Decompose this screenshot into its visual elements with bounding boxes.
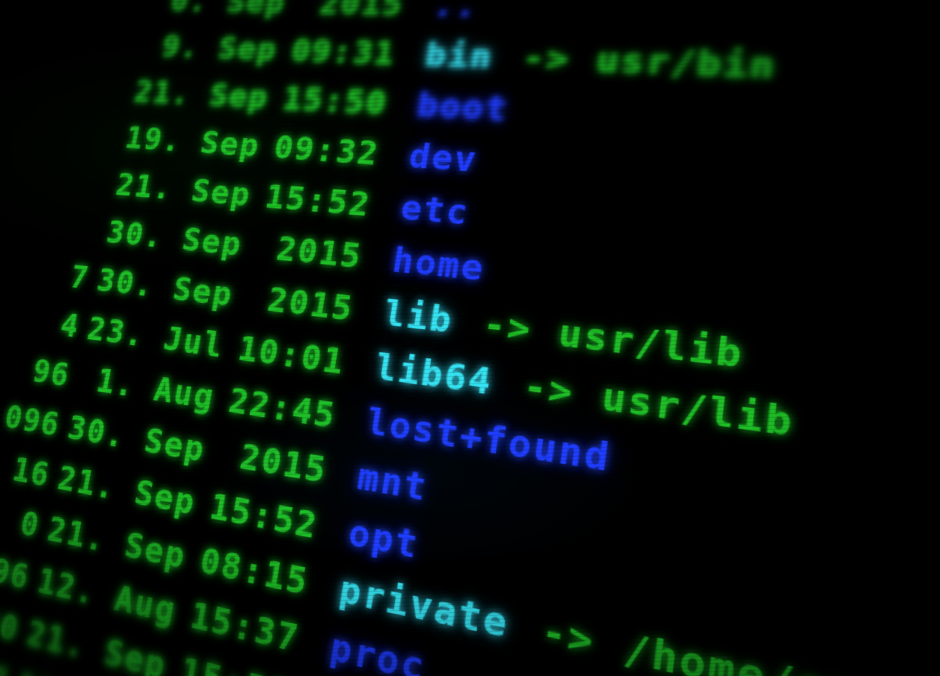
entry-month: Sep: [159, 218, 246, 265]
entry-name: etc: [397, 187, 473, 234]
entry-size: [14, 8, 142, 11]
symlink-target: usr/bin: [593, 40, 779, 88]
entry-time: 09:31: [288, 32, 399, 73]
entry-name: ..: [430, 0, 481, 26]
entry-size: [0, 228, 96, 241]
entry-day: 30.: [103, 213, 167, 257]
entry-day: 0.: [167, 0, 212, 20]
symlink-arrow: ->: [520, 364, 577, 416]
entry-name: home: [389, 239, 488, 290]
perspective-stage: Sep15:53.0. Sep2015..9. Sep09:31bin->usr…: [0, 0, 940, 676]
entry-month: Sep: [196, 29, 281, 69]
monitor-photograph: Sep15:53.0. Sep2015..9. Sep09:31bin->usr…: [0, 0, 940, 676]
entry-month: Sep: [178, 123, 264, 166]
entry-month: Sep: [150, 267, 237, 315]
symlink-arrow: ->: [538, 608, 598, 667]
entry-day: 9.: [158, 28, 203, 66]
entry-day: 21.: [131, 73, 195, 113]
entry-month: Sep: [169, 170, 255, 215]
entry-time: 2015: [316, 0, 407, 24]
terminal-photo-page: { "scene": { "subject": "close-up photog…: [0, 0, 940, 676]
entry-day: 30.: [93, 261, 158, 306]
entry-name: bin: [422, 35, 496, 77]
entry-size: [0, 138, 115, 147]
symlink-arrow: ->: [519, 38, 573, 80]
symlink-arrow: ->: [480, 303, 535, 352]
terminal-screen: Sep15:53.0. Sep2015..9. Sep09:31bin->usr…: [0, 0, 940, 676]
entry-name: boot: [414, 85, 512, 130]
entry-name: lib: [380, 292, 457, 343]
entry-month: Sep: [204, 0, 289, 21]
entry-day: 21.: [112, 166, 177, 208]
entry-month: Sep: [187, 76, 272, 117]
entry-size: [0, 183, 106, 194]
entry-size: [0, 94, 124, 101]
entry-time: 15:50: [279, 80, 391, 123]
directory-listing: Sep15:53.0. Sep2015..9. Sep09:31bin->usr…: [0, 0, 940, 676]
entry-day: 19.: [122, 119, 186, 160]
entry-name: dev: [406, 136, 481, 181]
entry-size: [5, 51, 133, 56]
